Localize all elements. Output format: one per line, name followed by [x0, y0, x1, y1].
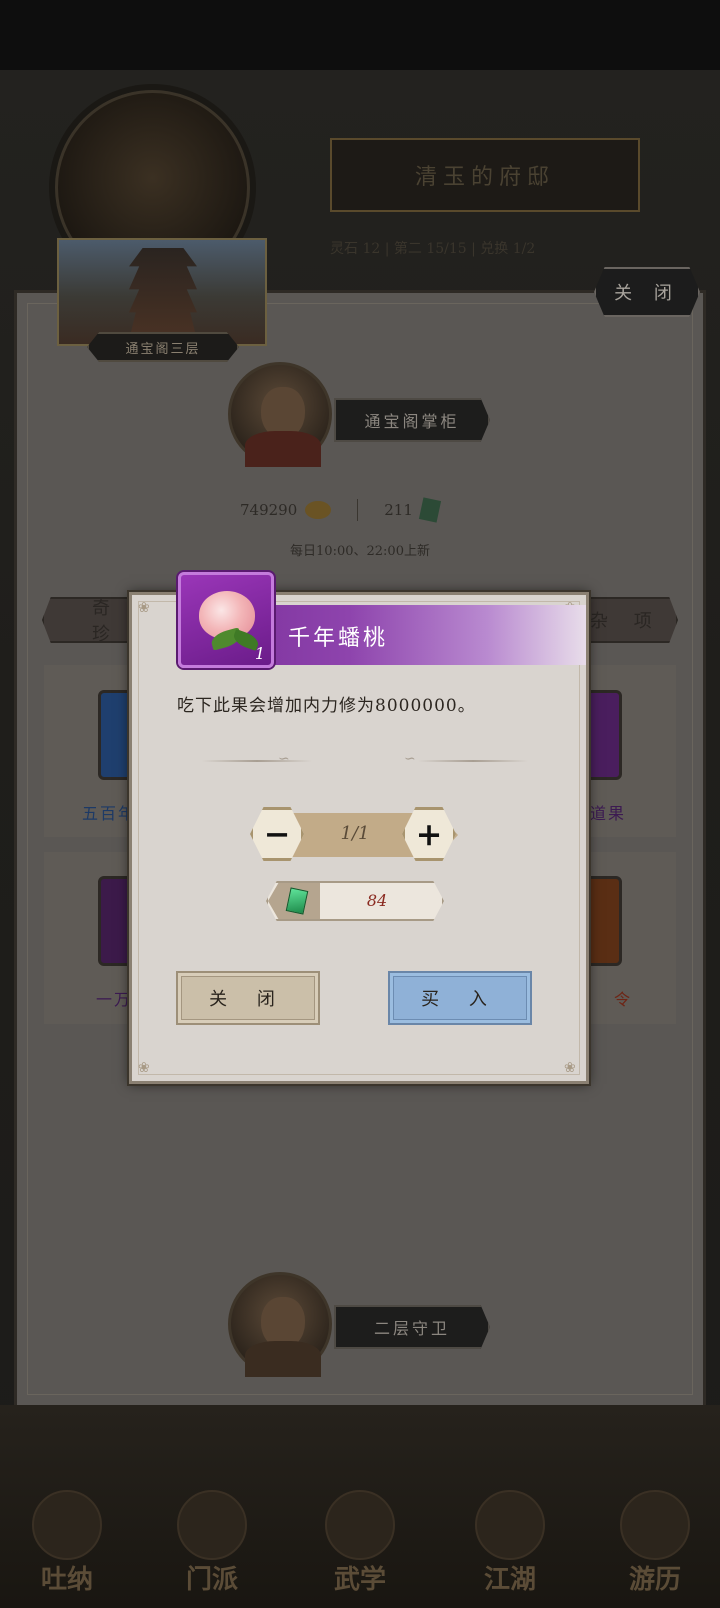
currency-bar: 749290 211	[240, 494, 490, 526]
corner-ornament-icon: ❀	[138, 1060, 150, 1076]
corner-ornament-icon: ❀	[564, 1060, 576, 1076]
shopkeeper-avatar[interactable]	[228, 362, 332, 467]
gold-amount: 749290	[240, 501, 298, 519]
close-button[interactable]: 关 闭	[176, 971, 320, 1025]
nav-martial-arts[interactable]: 武学	[305, 1490, 415, 1608]
shop-item-name: 令	[614, 990, 633, 1009]
jade-amount: 211	[384, 501, 413, 519]
item-description: 吃下此果会增加内力修为8000000。	[177, 696, 476, 716]
swirl-ornament-icon: ∽	[404, 751, 416, 767]
jianghu-icon	[475, 1490, 545, 1560]
shop-item-name: 道果	[590, 804, 627, 823]
residence-stats: 灵石 12 | 第二 15/15 | 兑换 1/2	[330, 241, 536, 257]
sect-icon	[177, 1490, 247, 1560]
gold-ingot-icon	[305, 501, 332, 519]
divider	[202, 760, 312, 762]
jade-icon	[418, 497, 441, 523]
horse-icon	[620, 1490, 690, 1560]
nav-sect[interactable]: 门派	[157, 1490, 267, 1608]
book-icon	[325, 1490, 395, 1560]
floor-label: 通宝阁三层	[87, 332, 239, 362]
guard-avatar[interactable]	[228, 1272, 332, 1377]
nav-jianghu[interactable]: 江湖	[455, 1490, 565, 1608]
corner-ornament-icon: ❀	[138, 600, 150, 616]
shop-item-name: 一万	[96, 990, 133, 1009]
guard-name-tag: 二层守卫	[334, 1305, 490, 1349]
price-value: 84	[366, 891, 388, 910]
breathing-icon	[32, 1490, 102, 1560]
buy-button[interactable]: 买 入	[388, 971, 532, 1025]
quantity-value: 1/1	[340, 823, 370, 844]
panel-close-button[interactable]: 关 闭	[594, 267, 700, 317]
pagoda-icon	[129, 248, 197, 340]
residence-title: 清玉的府邸	[330, 138, 640, 212]
refresh-schedule: 每日10:00、22:00上新	[290, 544, 430, 559]
nav-tuna[interactable]: 吐纳	[12, 1490, 122, 1608]
shopkeeper-name-tag: 通宝阁掌柜	[334, 398, 490, 442]
item-quantity-badge: 1	[254, 644, 265, 663]
nav-travel[interactable]: 游历	[600, 1490, 710, 1608]
divider	[418, 760, 528, 762]
peach-item-icon: 1	[178, 572, 274, 668]
floor-thumbnail[interactable]	[57, 238, 267, 346]
swirl-ornament-icon: ∽	[278, 751, 290, 767]
shop-item-name: 五百年	[82, 804, 137, 823]
item-name: 千年蟠桃	[288, 626, 389, 651]
